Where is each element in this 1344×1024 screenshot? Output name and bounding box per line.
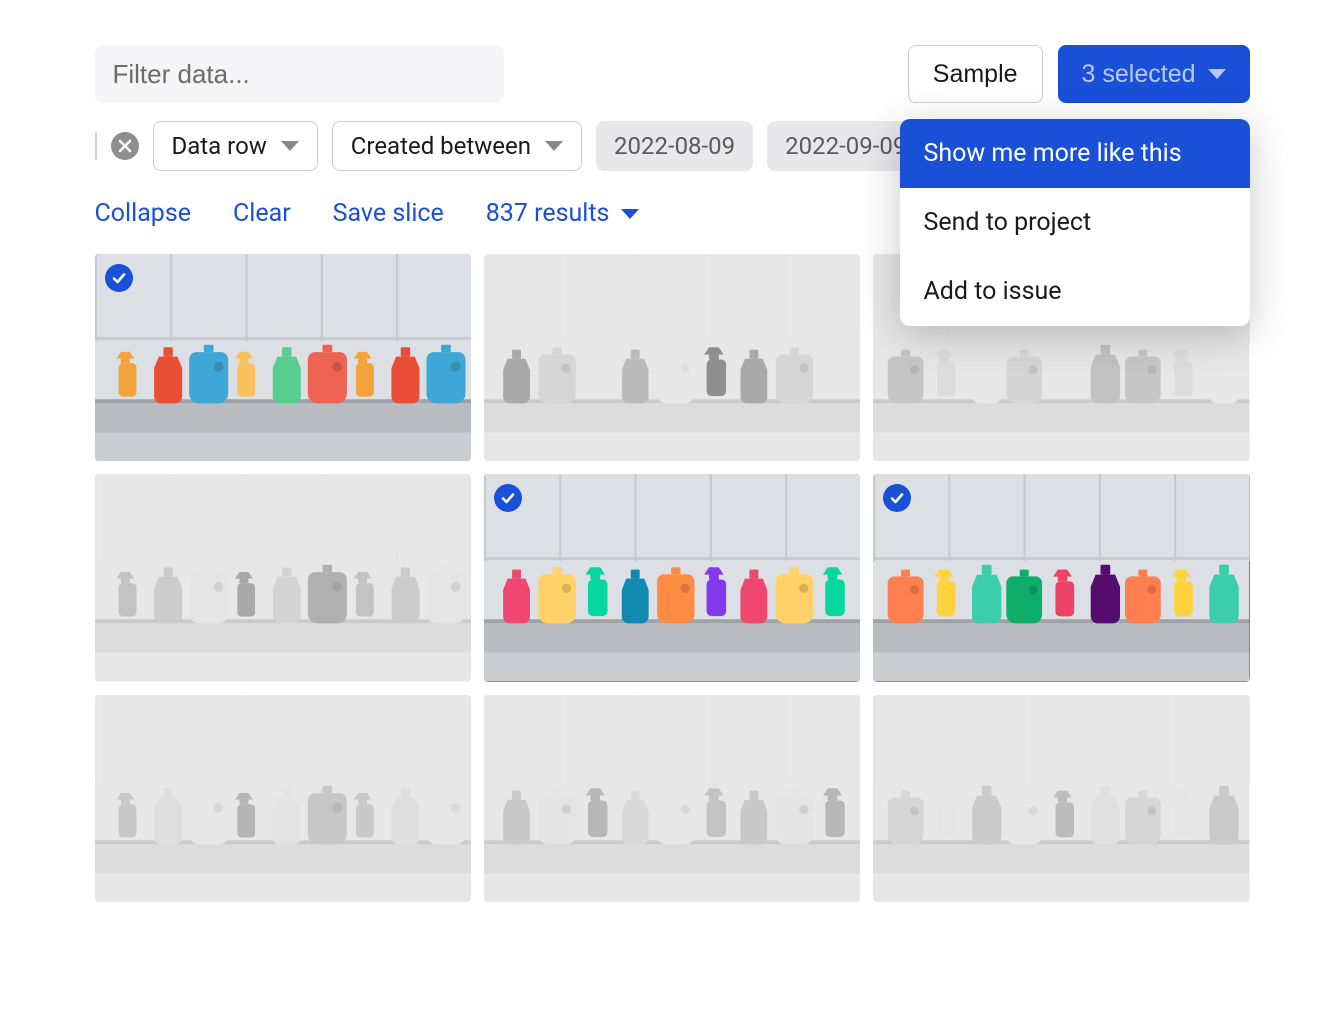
image-tile[interactable] bbox=[873, 695, 1249, 902]
selected-dropdown-menu: Show me more like this Send to project A… bbox=[900, 119, 1250, 326]
sample-button[interactable]: Sample bbox=[908, 45, 1043, 103]
image-tile[interactable] bbox=[95, 254, 471, 461]
clear-filter-icon[interactable] bbox=[111, 132, 139, 160]
image-tile[interactable] bbox=[95, 474, 471, 681]
date-start-value: 2022-08-09 bbox=[614, 132, 735, 160]
clear-action[interactable]: Clear bbox=[233, 199, 291, 228]
save-slice-action[interactable]: Save slice bbox=[333, 199, 444, 228]
collapse-action[interactable]: Collapse bbox=[95, 199, 191, 228]
chevron-down-icon bbox=[1208, 69, 1226, 79]
date-end-value: 2022-09-09 bbox=[785, 132, 906, 160]
dropdown-item-show-more[interactable]: Show me more like this bbox=[900, 119, 1250, 188]
date-start-chip[interactable]: 2022-08-09 bbox=[596, 121, 753, 171]
image-tile[interactable] bbox=[484, 695, 860, 902]
selected-count-label: 3 selected bbox=[1082, 60, 1196, 89]
image-tile[interactable] bbox=[484, 254, 860, 461]
data-row-filter[interactable]: Data row bbox=[153, 121, 318, 171]
data-row-label: Data row bbox=[172, 132, 267, 160]
selected-dropdown-button[interactable]: 3 selected bbox=[1058, 45, 1250, 103]
created-between-label: Created between bbox=[351, 132, 531, 160]
image-tile[interactable] bbox=[484, 474, 860, 681]
check-icon bbox=[105, 264, 133, 292]
image-tile[interactable] bbox=[95, 695, 471, 902]
chevron-down-icon bbox=[545, 141, 563, 151]
results-count: 837 results bbox=[486, 199, 610, 228]
sample-label: Sample bbox=[933, 60, 1018, 89]
chevron-down-icon bbox=[281, 141, 299, 151]
filter-input[interactable] bbox=[95, 45, 505, 103]
image-grid bbox=[95, 254, 1250, 902]
filter-divider bbox=[95, 132, 97, 160]
dropdown-item-add-to-issue[interactable]: Add to issue bbox=[900, 257, 1250, 326]
results-dropdown[interactable]: 837 results bbox=[486, 199, 640, 228]
chevron-down-icon bbox=[621, 209, 639, 219]
created-between-filter[interactable]: Created between bbox=[332, 121, 582, 171]
image-tile[interactable] bbox=[873, 474, 1249, 681]
dropdown-item-send-to-project[interactable]: Send to project bbox=[900, 188, 1250, 257]
